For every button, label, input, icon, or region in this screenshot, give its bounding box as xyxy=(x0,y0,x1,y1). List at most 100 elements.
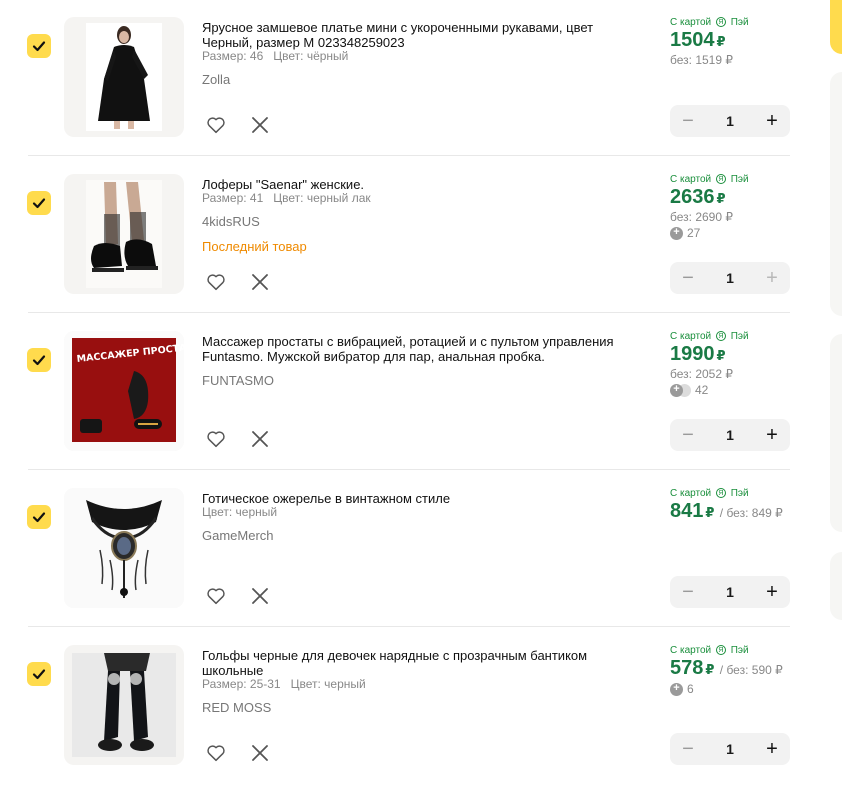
product-title[interactable]: Готическое ожерелье в винтажном стиле xyxy=(202,491,642,506)
divider xyxy=(28,626,790,627)
decrease-button[interactable]: − xyxy=(680,425,696,445)
price-without-card: / без: 849 ₽ xyxy=(716,506,783,520)
item-checkbox[interactable] xyxy=(27,348,51,372)
quantity-stepper: − 1 + xyxy=(670,419,790,451)
item-checkbox[interactable] xyxy=(27,34,51,58)
product-color: Цвет: чёрный xyxy=(273,49,349,63)
quantity-value[interactable]: 1 xyxy=(726,741,734,757)
increase-button[interactable]: + xyxy=(764,268,780,288)
side-panel-summary xyxy=(830,72,842,316)
cart-item: Готическое ожерелье в винтажном стиле Цв… xyxy=(0,488,790,645)
product-image[interactable]: МАССАЖЕР ПРОСТАТЫ xyxy=(64,331,184,451)
card-price-label: С картой Я Пэй xyxy=(670,488,749,499)
item-checkbox[interactable] xyxy=(27,191,51,215)
close-icon[interactable] xyxy=(250,743,270,763)
heart-icon[interactable] xyxy=(205,585,227,607)
product-brand[interactable]: FUNTASMO xyxy=(202,373,274,388)
card-price: 1504 ₽ xyxy=(670,29,726,51)
heart-icon[interactable] xyxy=(205,428,227,450)
product-brand[interactable]: Zolla xyxy=(202,72,230,87)
ya-pay-logo-icon: Я xyxy=(715,488,726,499)
quantity-value[interactable]: 1 xyxy=(726,113,734,129)
item-checkbox[interactable] xyxy=(27,662,51,686)
card-price: 1990 ₽ xyxy=(670,343,726,365)
item-details: Ярусное замшевое платье мини с укороченн… xyxy=(202,20,642,63)
product-size: Размер: 25-31 xyxy=(202,677,281,691)
increase-button[interactable]: + xyxy=(764,739,780,759)
product-color: Цвет: черный xyxy=(290,677,366,691)
item-details: Гольфы черные для девочек нарядные с про… xyxy=(202,648,642,691)
checkmark-icon xyxy=(32,198,46,209)
side-panel-promo xyxy=(830,334,842,532)
product-title[interactable]: Ярусное замшевое платье мини с укороченн… xyxy=(202,20,642,50)
cart-item: Лоферы "Saenar" женские. Размер: 41 Цвет:… xyxy=(0,174,790,331)
cart-item: Ярусное замшевое платье мини с укороченн… xyxy=(0,17,790,174)
close-icon[interactable] xyxy=(250,115,270,135)
ya-pay-logo-icon: Я xyxy=(715,174,726,185)
divider xyxy=(28,155,790,156)
plus-coin-icon xyxy=(670,225,683,240)
increase-button[interactable]: + xyxy=(764,425,780,445)
plus-coin-icon xyxy=(670,681,683,696)
product-image[interactable] xyxy=(64,488,184,608)
card-price-label: С картой Я Пэй xyxy=(670,174,749,185)
price-without-card: без: 2052 ₽ xyxy=(670,367,734,381)
heart-icon[interactable] xyxy=(205,271,227,293)
quantity-stepper: − 1 + xyxy=(670,262,790,294)
ya-pay-logo-icon: Я xyxy=(715,645,726,656)
card-price: 2636 ₽ xyxy=(670,186,726,208)
last-item-badge: Последний товар xyxy=(202,239,307,254)
item-details: Массажер простаты с вибрацией, ротацией … xyxy=(202,334,642,364)
side-panel-yellow[interactable] xyxy=(830,0,842,54)
price-without-card: / без: 590 ₽ xyxy=(716,663,783,677)
card-price: 578 ₽ / без: 590 ₽ xyxy=(670,657,783,679)
price-without-card: без: 1519 ₽ xyxy=(670,53,734,67)
card-price-label: С картой Я Пэй xyxy=(670,645,749,656)
product-image[interactable] xyxy=(64,174,184,294)
product-image[interactable] xyxy=(64,17,184,137)
product-size: Размер: 46 xyxy=(202,49,264,63)
card-price-label: С картой Я Пэй xyxy=(670,331,749,342)
quantity-value[interactable]: 1 xyxy=(726,270,734,286)
decrease-button[interactable]: − xyxy=(680,111,696,131)
ya-pay-logo-icon: Я xyxy=(715,17,726,28)
decrease-button[interactable]: − xyxy=(680,739,696,759)
close-icon[interactable] xyxy=(250,272,270,292)
product-brand[interactable]: 4kidsRUS xyxy=(202,214,260,229)
quantity-stepper: − 1 + xyxy=(670,105,790,137)
card-price: 841 ₽ / без: 849 ₽ xyxy=(670,500,783,522)
ya-pay-logo-icon: Я xyxy=(715,331,726,342)
item-checkbox[interactable] xyxy=(27,505,51,529)
checkmark-icon xyxy=(32,512,46,523)
cart-item: Гольфы черные для девочек нарядные с про… xyxy=(0,645,790,802)
product-image[interactable] xyxy=(64,645,184,765)
product-brand[interactable]: RED MOSS xyxy=(202,700,271,715)
increase-button[interactable]: + xyxy=(764,111,780,131)
price-block: С картой Я Пэй 1504 ₽ без: 1519 ₽ xyxy=(670,17,790,68)
close-icon[interactable] xyxy=(250,429,270,449)
product-title[interactable]: Массажер простаты с вибрацией, ротацией … xyxy=(202,334,642,364)
decrease-button[interactable]: − xyxy=(680,268,696,288)
checkmark-icon xyxy=(32,41,46,52)
price-without-card: без: 2690 ₽ xyxy=(670,210,734,224)
product-size: Размер: 41 xyxy=(202,191,264,205)
quantity-value[interactable]: 1 xyxy=(726,427,734,443)
decrease-button[interactable]: − xyxy=(680,582,696,602)
product-title[interactable]: Гольфы черные для девочек нарядные с про… xyxy=(202,648,642,678)
price-block: С картой Я Пэй 841 ₽ / без: 849 ₽ xyxy=(670,488,790,524)
side-panel-extra xyxy=(830,552,842,620)
bonus-points: 42 xyxy=(670,382,790,398)
close-icon[interactable] xyxy=(250,586,270,606)
product-title[interactable]: Лоферы "Saenar" женские. xyxy=(202,177,642,192)
increase-button[interactable]: + xyxy=(764,582,780,602)
heart-icon[interactable] xyxy=(205,114,227,136)
checkmark-icon xyxy=(32,355,46,366)
divider xyxy=(28,469,790,470)
price-block: С картой Я Пэй 2636₽ без: 2690 ₽ 27 xyxy=(670,174,790,241)
quantity-value[interactable]: 1 xyxy=(726,584,734,600)
heart-icon[interactable] xyxy=(205,742,227,764)
bonus-points: 27 xyxy=(670,225,790,241)
product-brand[interactable]: GameMerch xyxy=(202,528,274,543)
product-color: Цвет: черный xyxy=(202,505,278,519)
cart-item: МАССАЖЕР ПРОСТАТЫ Массажер простаты с ви… xyxy=(0,331,790,488)
